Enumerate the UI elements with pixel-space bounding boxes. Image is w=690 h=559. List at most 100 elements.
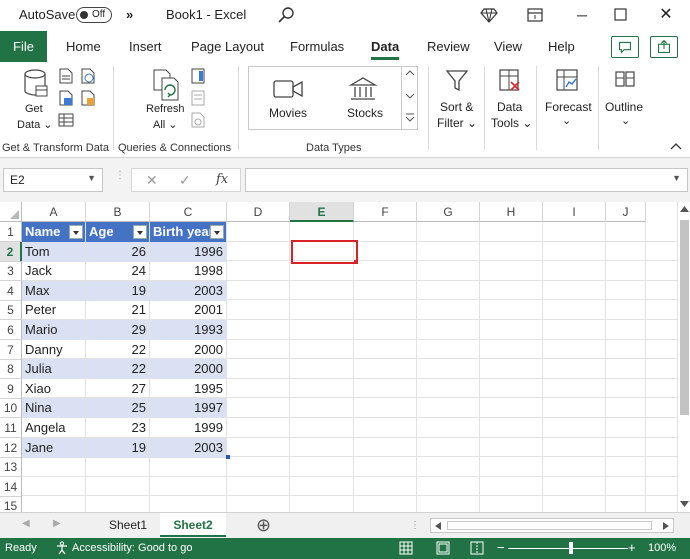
tab-review[interactable]: Review — [427, 31, 470, 62]
gallery-scroll[interactable] — [401, 66, 418, 130]
filter-dropdown-icon[interactable] — [210, 225, 224, 239]
table-header-cell[interactable]: Age — [86, 222, 149, 242]
row-header-5[interactable]: 5 — [0, 300, 22, 321]
table-cell[interactable]: Angela — [22, 418, 85, 438]
scroll-up-icon[interactable] — [680, 205, 689, 213]
table-resize-handle[interactable] — [226, 455, 230, 459]
column-header-g[interactable]: G — [417, 202, 480, 222]
row-header-11[interactable]: 11 — [0, 418, 22, 438]
horizontal-scrollbar[interactable] — [430, 518, 674, 533]
share-button[interactable] — [650, 36, 678, 58]
row-header-9[interactable]: 9 — [0, 378, 22, 399]
insert-function-button[interactable]: fx — [216, 172, 228, 187]
table-cell[interactable]: 1993 — [150, 320, 226, 340]
queries-connections-icon[interactable] — [190, 68, 206, 84]
table-cell[interactable]: 1995 — [150, 379, 226, 399]
table-cell[interactable]: 1996 — [150, 241, 226, 262]
movies-icon[interactable] — [273, 78, 303, 100]
table-header-cell[interactable]: Name — [22, 222, 85, 242]
table-cell[interactable]: 21 — [86, 300, 149, 320]
close-icon[interactable]: ✕ — [655, 4, 677, 26]
table-cell[interactable]: Tom — [22, 241, 85, 262]
expand-formula-icon[interactable]: ▼ — [672, 173, 681, 183]
row-header-13[interactable]: 13 — [0, 457, 22, 478]
column-header-h[interactable]: H — [480, 202, 543, 222]
stocks-label[interactable]: Stocks — [347, 106, 383, 120]
sheet-tab-sheet1[interactable]: Sheet1 — [100, 513, 156, 537]
table-cell[interactable]: 1997 — [150, 398, 226, 419]
row-header-2[interactable]: 2 — [0, 241, 22, 262]
refresh-all-label-2[interactable]: All ⌄ — [153, 118, 178, 131]
scroll-down-icon[interactable] — [680, 500, 689, 508]
zoom-out-button[interactable]: − — [497, 540, 505, 555]
enter-icon[interactable]: ✓ — [179, 172, 191, 189]
page-layout-view-icon[interactable] — [436, 541, 450, 555]
drag-handle-icon[interactable]: ⋮ — [115, 170, 125, 181]
table-cell[interactable]: Mario — [22, 320, 85, 340]
select-all-icon[interactable] — [10, 210, 19, 219]
row-header-10[interactable]: 10 — [0, 398, 22, 419]
table-cell[interactable]: 25 — [86, 398, 149, 419]
tab-page-layout[interactable]: Page Layout — [191, 31, 264, 62]
search-icon[interactable] — [276, 5, 296, 25]
formula-input[interactable]: ▼ — [245, 168, 688, 192]
outline-label-2[interactable]: ⌄ — [621, 114, 630, 127]
column-header-d[interactable]: D — [227, 202, 290, 222]
from-table-icon[interactable] — [58, 90, 74, 106]
row-header-15[interactable]: 15 — [0, 496, 22, 512]
accessibility-icon[interactable] — [55, 541, 69, 555]
cancel-icon[interactable]: ✕ — [146, 172, 158, 189]
tab-file[interactable]: File — [0, 31, 47, 62]
forecast-icon[interactable] — [555, 68, 579, 94]
tab-home[interactable]: Home — [66, 31, 101, 62]
table-cell[interactable]: Jack — [22, 261, 85, 281]
column-header-j[interactable]: J — [606, 202, 646, 222]
table-cell[interactable]: 27 — [86, 379, 149, 399]
sort-filter-label-2[interactable]: Filter ⌄ — [437, 116, 477, 130]
column-header-a[interactable]: A — [22, 202, 86, 222]
zoom-slider[interactable] — [508, 548, 628, 549]
table-cell[interactable]: 2003 — [150, 437, 226, 458]
table-cell[interactable]: 26 — [86, 241, 149, 262]
table-cell[interactable]: Nina — [22, 398, 85, 419]
table-cell[interactable]: 1999 — [150, 418, 226, 438]
zoom-in-button[interactable]: + — [628, 540, 636, 555]
tab-data[interactable]: Data — [371, 31, 400, 62]
edit-links-icon[interactable] — [190, 112, 206, 128]
table-cell[interactable]: 19 — [86, 437, 149, 458]
vertical-scrollbar[interactable] — [677, 202, 690, 512]
column-header-f[interactable]: F — [354, 202, 417, 222]
row-header-4[interactable]: 4 — [0, 280, 22, 301]
scroll-right-icon[interactable] — [662, 522, 669, 530]
column-header-e[interactable]: E — [290, 202, 354, 222]
tab-help[interactable]: Help — [548, 31, 575, 62]
filter-dropdown-icon[interactable] — [69, 225, 83, 239]
ribbon-display-icon[interactable] — [526, 6, 544, 24]
row-header-1[interactable]: 1 — [0, 222, 22, 242]
worksheet-grid[interactable]: ABCDEFGHIJ 1 2 3 4 5 6 7 8 9 10 11 12 13 14 15 Name Age… — [0, 202, 690, 512]
horizontal-scroll-thumb[interactable] — [447, 521, 652, 530]
chevron-down-icon[interactable] — [405, 92, 415, 100]
from-web-icon[interactable] — [80, 68, 96, 84]
sheet-tab-sheet2[interactable]: Sheet2 — [160, 513, 226, 537]
diamond-icon[interactable] — [480, 6, 498, 24]
column-header-b[interactable]: B — [86, 202, 150, 222]
table-cell[interactable]: 2000 — [150, 340, 226, 360]
zoom-level[interactable]: 100% — [648, 542, 676, 554]
select-all-corner[interactable] — [0, 202, 22, 222]
filter-dropdown-icon[interactable] — [133, 225, 147, 239]
normal-view-icon[interactable] — [399, 541, 413, 555]
existing-connections-icon[interactable] — [58, 112, 74, 128]
autosave-toggle[interactable]: Off — [76, 7, 112, 23]
maximize-icon[interactable] — [614, 8, 627, 21]
table-cell[interactable]: Xiao — [22, 379, 85, 399]
quick-access-more-button[interactable]: » — [126, 7, 133, 22]
outline-icon[interactable] — [613, 68, 637, 94]
table-cell[interactable]: 29 — [86, 320, 149, 340]
recent-sources-icon[interactable] — [80, 90, 96, 106]
next-sheet-icon[interactable]: ▶ — [53, 518, 61, 529]
minimize-icon[interactable]: ─ — [571, 4, 593, 26]
get-data-label-2[interactable]: Data ⌄ — [17, 118, 53, 131]
comments-button[interactable] — [611, 36, 639, 58]
fill-handle[interactable] — [354, 260, 358, 264]
